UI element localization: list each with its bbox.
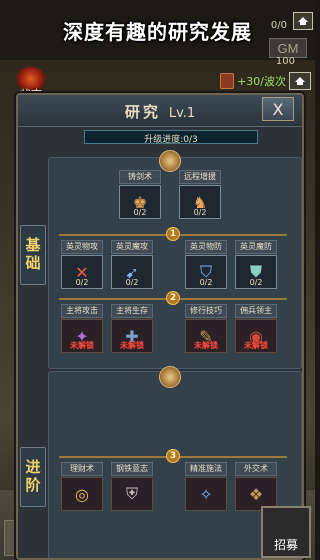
research-slot[interactable]: 理财术 ◎ <box>61 462 103 511</box>
tier-number: 2 <box>166 291 180 305</box>
close-button[interactable]: X <box>262 97 294 121</box>
slot-progress: 0/2 <box>193 208 207 217</box>
slot-name: 英灵魔攻 <box>111 240 153 254</box>
upgrade-progress-text: 升级进度:0/3 <box>144 135 198 145</box>
training-scroll-icon: ✎ 未解锁 <box>185 319 227 353</box>
upgrade-progress-bar: 升级进度:0/3 <box>84 130 258 145</box>
slot-name: 英灵魔防 <box>235 240 277 254</box>
magic-shield-icon: ⛊ 0/2 <box>235 255 277 289</box>
shield-icon: ⛉ 0/2 <box>185 255 227 289</box>
slot-name: 修行技巧 <box>185 304 227 318</box>
slot-name: 精准施法 <box>185 462 227 476</box>
emblem-icon <box>159 366 181 388</box>
crossed-swords-icon: ✕ 0/2 <box>61 255 103 289</box>
slot-name: 钢铁意志 <box>111 462 153 476</box>
slot-name: 佣兵领主 <box>235 304 277 318</box>
resource-second-value: 100 <box>275 56 295 67</box>
tier-number: 1 <box>166 227 180 241</box>
slot-progress: 0/2 <box>75 278 89 287</box>
gain-home-button[interactable] <box>289 72 311 90</box>
research-slot[interactable]: 钢铁意志 ⛨ <box>111 462 153 511</box>
finance-icon: ◎ <box>61 477 103 511</box>
slot-name: 主将攻击 <box>61 304 103 318</box>
slot-name: 英灵物攻 <box>61 240 103 254</box>
commander-attack-icon: ✦ 未解锁 <box>61 319 103 353</box>
emblem-icon <box>159 150 181 172</box>
research-slot[interactable]: 铸剑术 ♚ 0/2 <box>119 170 161 219</box>
slot-name: 主将生存 <box>111 304 153 318</box>
research-slot[interactable]: 英灵物攻 ✕ 0/2 <box>61 240 103 289</box>
research-slot[interactable]: 佣兵领主 ◉ 未解锁 <box>235 304 277 353</box>
basic-section: 铸剑术 ♚ 0/2 远程增援 ♞ 0/2 1 英灵物攻 ✕ 0/2 英灵魔攻 ➹ 0/2… <box>48 150 302 369</box>
panel-title-text: 研究 <box>124 103 161 121</box>
tab-basic[interactable]: 基础 <box>20 225 46 285</box>
slot-name: 远程增援 <box>179 170 221 184</box>
research-slot[interactable]: 远程增援 ♞ 0/2 <box>179 170 221 219</box>
swordsmith-icon: ♚ 0/2 <box>119 185 161 219</box>
slot-progress: 0/2 <box>249 278 263 287</box>
slot-name: 英灵物防 <box>185 240 227 254</box>
slot-progress: 0/2 <box>125 278 139 287</box>
recruit-button[interactable]: 招募 <box>261 506 311 558</box>
research-slot[interactable]: 主将攻击 ✦ 未解锁 <box>61 304 103 353</box>
panel-header: 研究 Lv.1 X <box>18 95 302 127</box>
book-icon <box>220 73 235 89</box>
slot-name: 铸剑术 <box>119 170 161 184</box>
slot-name: 外交术 <box>235 462 277 476</box>
gain-row: +30/波次 <box>220 72 311 90</box>
slot-lock-status: 未解锁 <box>120 341 144 350</box>
slot-name: 理财术 <box>61 462 103 476</box>
gain-text: +30/波次 <box>237 75 286 88</box>
promo-banner-text: 深度有趣的研究发展 <box>63 20 252 44</box>
research-panel: 研究 Lv.1 X 升级进度:0/3 铸剑术 ♚ 0/2 远程增援 ♞ 0/2 1 英… <box>16 93 304 560</box>
ranged-reinforce-icon: ♞ 0/2 <box>179 185 221 219</box>
magic-staff-icon: ➹ 0/2 <box>111 255 153 289</box>
panel-level: Lv.1 <box>168 106 196 121</box>
research-slot[interactable]: 英灵魔防 ⛊ 0/2 <box>235 240 277 289</box>
home-icon <box>295 77 305 85</box>
commander-survival-icon: ✚ 未解锁 <box>111 319 153 353</box>
research-slot[interactable]: 英灵魔攻 ➹ 0/2 <box>111 240 153 289</box>
research-slot[interactable]: 主将生存 ✚ 未解锁 <box>111 304 153 353</box>
slot-lock-status: 未解锁 <box>244 341 268 350</box>
slot-lock-status: 未解锁 <box>70 341 94 350</box>
research-slot[interactable]: 英灵物防 ⛉ 0/2 <box>185 240 227 289</box>
iron-will-icon: ⛨ <box>111 477 153 511</box>
slot-lock-status: 未解锁 <box>194 341 218 350</box>
slot-progress: 0/2 <box>199 278 213 287</box>
tier-number: 3 <box>166 449 180 463</box>
research-slot[interactable]: 外交术 ❖ <box>235 462 277 511</box>
research-slot[interactable]: 精准施法 ✧ <box>185 462 227 511</box>
mercenary-lord-icon: ◉ 未解锁 <box>235 319 277 353</box>
slot-progress: 0/2 <box>133 208 147 217</box>
panel-title: 研究 Lv.1 <box>18 101 302 122</box>
research-slot[interactable]: 修行技巧 ✎ 未解锁 <box>185 304 227 353</box>
tab-advanced[interactable]: 进阶 <box>20 447 46 507</box>
precise-cast-icon: ✧ <box>185 477 227 511</box>
